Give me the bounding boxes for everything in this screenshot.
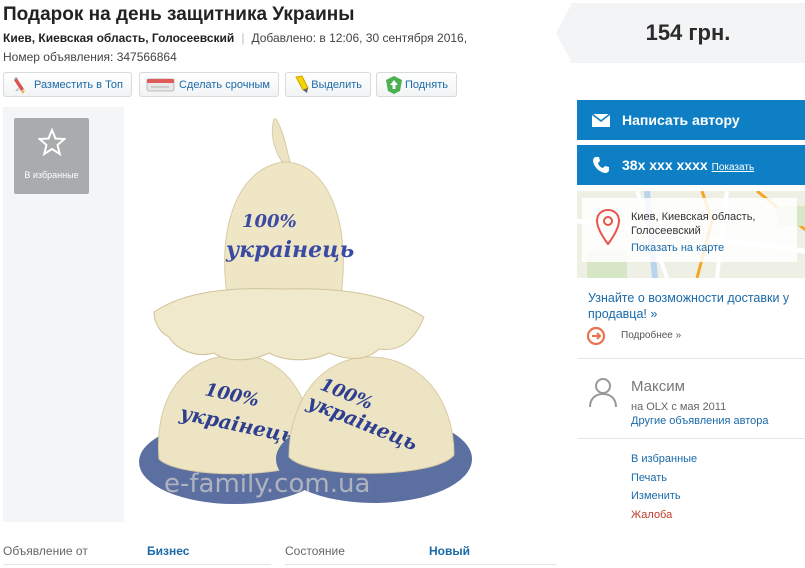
actions-divider [578,438,805,439]
raise-label: Поднять [404,79,448,91]
add-to-favorites-tile[interactable]: В избранные [14,118,89,194]
listing-added-date: Добавлено: в 12:06, 30 сентября 2016, [251,31,468,45]
seller-name: Максим [631,378,685,395]
promote-top-label: Разместить в Топ [33,79,123,91]
complaint-link[interactable]: Жалоба [631,509,672,521]
listing-ad-number: Номер объявления: 347566864 [3,50,177,64]
delivery-link[interactable]: Узнайте о возможности доставки у продавц… [588,290,798,322]
delivery-icon [586,326,606,346]
phone-value: 38х ххх хххх [622,157,708,173]
raise-button[interactable]: Поднять [376,72,457,97]
raise-icon [386,76,402,94]
map-address-line1: Киев, Киевская область, [631,211,756,223]
phone-icon [593,157,609,173]
rocket-icon [14,77,25,94]
param-divider-2 [285,564,557,565]
meta-separator: | [241,31,245,45]
make-urgent-button[interactable]: Сделать срочным [139,72,279,97]
seller-other-ads-link[interactable]: Другие объявления автора [631,415,769,427]
price: 154 грн. [645,20,731,45]
listing-title: Подарок на день защитника Украины [3,4,355,25]
promote-top-button[interactable]: Разместить в Топ [3,72,132,97]
param-seller-type-label: Объявление от [3,544,88,558]
envelope-icon [591,113,611,127]
sauna-hat: 100% украінець [153,118,425,361]
write-author-label: Написать автору [622,112,740,128]
urgent-icon [146,78,175,92]
photo-watermark: e-family.com.ua [164,469,370,499]
param-condition-value[interactable]: Новый [429,544,470,558]
show-phone-link[interactable]: Показать [712,162,755,173]
product-photo[interactable]: 100% украінець 100% украінець 100% украі… [124,107,557,522]
delivery-more-link[interactable]: Подробнее » [621,330,681,341]
map-address-line2: Голосеевский [631,225,701,237]
hat-word: украінець [225,237,354,263]
print-link[interactable]: Печать [631,472,667,484]
hat-percent: 100% [242,211,297,232]
price-notch [556,3,572,63]
edit-link[interactable]: Изменить [631,490,681,502]
phone-button[interactable]: 38х ххх хххх Показать [577,145,805,185]
seller-since: на OLX с мая 2011 [631,401,727,413]
param-seller-type-value[interactable]: Бизнес [147,544,189,558]
favorite-tile-label: В избранные [24,170,79,180]
show-on-map-link[interactable]: Показать на карте [631,242,724,254]
param-divider-1 [3,564,271,565]
highlight-button[interactable]: Выделить [285,72,371,97]
star-icon [38,128,66,156]
make-urgent-label: Сделать срочным [178,79,270,91]
listing-location: Киев, Киевская область, Голосеевский [3,31,235,45]
user-avatar-icon [589,378,617,408]
highlight-label: Выделить [311,79,362,91]
product-illustration: 100% украінець 100% украінець 100% украі… [139,118,472,504]
seller-divider [578,358,805,359]
map-pin-icon [596,209,620,245]
add-to-favorites-link[interactable]: В избранные [631,453,697,465]
param-condition-label: Состояние [285,544,345,558]
listing-meta: Киев, Киевская область, Голосеевский | Доб… [3,31,467,45]
write-author-button[interactable]: Написать автору [577,100,805,140]
phone-number: 38х ххх хххх Показать [622,157,754,173]
